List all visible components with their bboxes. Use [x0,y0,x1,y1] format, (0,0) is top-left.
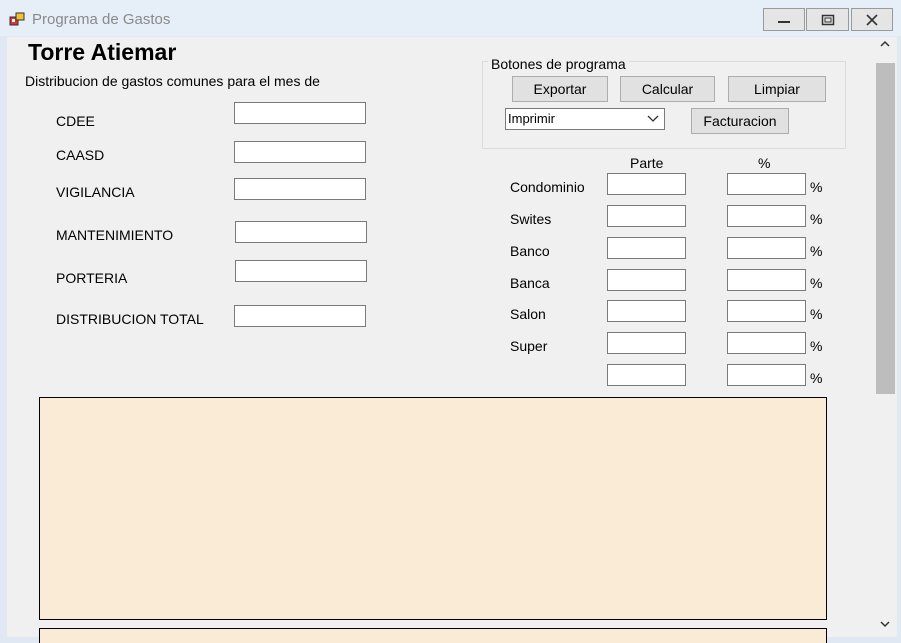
close-icon [866,13,878,26]
calculate-button[interactable]: Calcular [620,76,715,102]
restore-icon [821,14,834,25]
app-icon [9,12,25,26]
super-parte-field[interactable] [607,332,686,354]
column-header-percent: % [758,155,771,171]
porteria-field[interactable] [235,260,367,282]
label-caasd: CAASD [56,147,105,163]
banca-percent-field[interactable] [727,269,806,291]
swites-percent-field[interactable] [727,205,806,227]
label-vigilancia: VIGILANCIA [56,184,135,200]
swites-parte-field[interactable] [607,205,686,227]
group-title: Botones de programa [488,56,629,72]
label-porteria: PORTERIA [56,270,128,286]
percent-sign: % [810,243,823,259]
print-select-value: Imprimir [508,111,555,126]
output-panel[interactable] [39,397,827,620]
row-label-salon: Salon [510,306,546,322]
super-percent-field[interactable] [727,332,806,354]
cdee-field[interactable] [234,102,366,124]
billing-button[interactable]: Facturacion [691,108,789,134]
clear-button[interactable]: Limpiar [728,76,826,102]
percent-sign: % [810,306,823,322]
percent-sign: % [810,179,823,195]
row-label-super: Super [510,338,548,354]
chevron-down-icon[interactable] [641,109,664,129]
page-title: Torre Atiemar [28,39,177,65]
banco-parte-field[interactable] [607,237,686,259]
scroll-down-icon[interactable] [877,618,893,634]
restore-button[interactable] [806,8,849,31]
label-distribucion-total: DISTRIBUCION TOTAL [56,311,204,327]
close-button[interactable] [851,8,893,31]
export-button[interactable]: Exportar [512,76,608,102]
row-label-banco: Banco [510,243,550,259]
distribucion-total-field[interactable] [234,305,366,327]
scroll-up-icon[interactable] [877,38,893,54]
total-parte-field[interactable] [607,364,686,386]
label-cdee: CDEE [56,113,95,129]
percent-sign: % [810,370,823,386]
secondary-output-panel[interactable] [39,628,827,643]
vigilancia-field[interactable] [234,178,366,200]
page-subtitle: Distribucion de gastos comunes para el m… [25,73,320,89]
banca-parte-field[interactable] [607,269,686,291]
banco-percent-field[interactable] [727,237,806,259]
caasd-field[interactable] [234,141,366,163]
salon-parte-field[interactable] [607,300,686,322]
condominio-parte-field[interactable] [607,173,686,195]
window-title: Programa de Gastos [32,11,171,28]
row-label-condominio: Condominio [510,179,585,195]
mantenimiento-field[interactable] [235,221,367,243]
minimize-button[interactable] [763,8,805,31]
percent-sign: % [810,338,823,354]
column-header-parte: Parte [630,155,664,171]
row-label-swites: Swites [510,211,552,227]
percent-sign: % [810,275,823,291]
condominio-percent-field[interactable] [727,173,806,195]
salon-percent-field[interactable] [727,300,806,322]
scrollbar-thumb[interactable] [876,63,895,394]
program-buttons-group [482,61,846,149]
row-label-banca: Banca [510,275,550,291]
label-mantenimiento: MANTENIMIENTO [56,227,174,243]
percent-sign: % [810,211,823,227]
total-percent-field[interactable] [727,364,806,386]
minimize-icon [778,20,790,23]
